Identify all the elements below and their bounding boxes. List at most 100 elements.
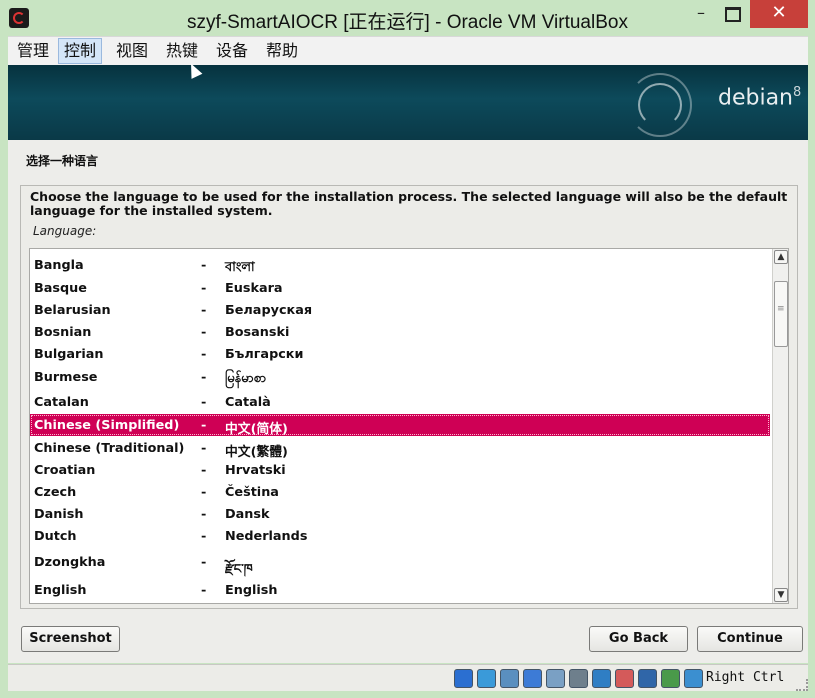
language-native-name: বাংলা: [225, 260, 255, 275]
status-bar: Right Ctrl: [8, 664, 808, 691]
hard-disk-icon[interactable]: [454, 669, 473, 688]
minimize-button[interactable]: –: [686, 0, 716, 28]
language-row[interactable]: Belarusian - Беларуская: [30, 299, 770, 321]
language-row[interactable]: Danish - Dansk: [30, 503, 770, 525]
brand-name: debian: [718, 85, 794, 111]
menu-devices[interactable]: 设备: [211, 39, 253, 63]
virtualization-icon[interactable]: [638, 669, 657, 688]
language-name: Catalan: [34, 395, 89, 410]
language-separator: -: [201, 463, 207, 478]
language-native-name: Euskara: [225, 281, 283, 296]
language-row[interactable]: Chinese (Simplified) - 中文(简体): [30, 414, 770, 437]
screenshot-button[interactable]: Screenshot: [21, 626, 120, 652]
display-icon[interactable]: [592, 669, 611, 688]
language-panel: Choose the language to be used for the i…: [20, 185, 798, 609]
language-name: Bulgarian: [34, 347, 104, 362]
scroll-thumb[interactable]: [774, 281, 788, 347]
language-name: Dzongkha: [34, 555, 106, 570]
title-bar[interactable]: szyf-SmartAIOCR [正在运行] - Oracle VM Virtu…: [0, 0, 815, 36]
language-name: Bangla: [34, 258, 84, 273]
maximize-button[interactable]: [718, 0, 748, 28]
language-name: Chinese (Traditional): [34, 441, 185, 456]
language-separator: -: [201, 418, 207, 433]
language-separator: -: [201, 529, 207, 544]
language-name: Czech: [34, 485, 77, 500]
language-native-name: English: [225, 583, 278, 598]
menu-hotkeys[interactable]: 热键: [161, 39, 203, 63]
go-back-button[interactable]: Go Back: [589, 626, 688, 652]
language-name: Bosnian: [34, 325, 92, 340]
menu-control[interactable]: 控制: [58, 38, 103, 64]
language-separator: -: [201, 441, 207, 456]
language-native-name: 中文(繁體): [225, 445, 288, 460]
language-native-name: Hrvatski: [225, 463, 286, 478]
maximize-icon: [725, 7, 741, 22]
menu-bar: 管理 控制 视图 热键 设备 帮助: [8, 36, 808, 65]
mouse-integration-icon[interactable]: [661, 669, 680, 688]
language-separator: -: [201, 303, 207, 318]
recording-icon[interactable]: [615, 669, 634, 688]
language-native-name: Čeština: [225, 485, 279, 500]
network-icon[interactable]: [523, 669, 542, 688]
language-separator: -: [201, 507, 207, 522]
language-row[interactable]: Catalan - Català: [30, 391, 770, 413]
language-row[interactable]: Dzongkha - རྫོང་ཁ: [30, 551, 770, 577]
language-row[interactable]: Czech - Čeština: [30, 481, 770, 503]
language-row[interactable]: Bulgarian - Български: [30, 343, 770, 365]
language-name: Dutch: [34, 529, 77, 544]
language-row[interactable]: Croatian - Hrvatski: [30, 459, 770, 481]
debian-logo: debian8: [718, 85, 801, 110]
vm-display[interactable]: debian8 选择一种语言 Choose the language to be…: [8, 65, 808, 663]
language-native-name: 中文(简体): [225, 422, 288, 437]
language-name: Danish: [34, 507, 84, 522]
optical-drive-icon[interactable]: [477, 669, 496, 688]
language-native-name: Nederlands: [225, 529, 308, 544]
continue-button[interactable]: Continue: [697, 626, 803, 652]
scroll-down-icon[interactable]: ▼: [774, 588, 788, 602]
brand-version: 8: [793, 85, 802, 100]
language-name: Burmese: [34, 370, 98, 385]
language-row[interactable]: English - English: [30, 579, 770, 601]
usb-icon[interactable]: [546, 669, 565, 688]
language-row[interactable]: Dutch - Nederlands: [30, 525, 770, 547]
language-separator: -: [201, 583, 207, 598]
language-native-name: Български: [225, 347, 304, 362]
language-label: Language:: [33, 224, 97, 238]
close-button[interactable]: ✕: [750, 0, 808, 28]
language-row[interactable]: Basque - Euskara: [30, 277, 770, 299]
language-native-name: Dansk: [225, 507, 270, 522]
language-native-name: Беларуская: [225, 303, 313, 318]
language-separator: -: [201, 325, 207, 340]
virtualbox-window: szyf-SmartAIOCR [正在运行] - Oracle VM Virtu…: [0, 0, 815, 698]
language-separator: -: [201, 485, 207, 500]
debian-swirl-inner: [638, 83, 682, 127]
language-separator: -: [201, 555, 207, 570]
scroll-up-icon[interactable]: ▲: [774, 250, 788, 264]
language-name: Croatian: [34, 463, 96, 478]
language-native-name: Català: [225, 395, 271, 410]
keyboard-capture-icon[interactable]: [684, 669, 703, 688]
audio-icon[interactable]: [500, 669, 519, 688]
language-name: English: [34, 583, 87, 598]
resize-grip-icon[interactable]: [796, 679, 808, 691]
language-row[interactable]: Burmese - မြန်မာစာ: [30, 366, 770, 388]
language-separator: -: [201, 395, 207, 410]
description-text: Choose the language to be used for the i…: [30, 189, 788, 218]
language-name: Belarusian: [34, 303, 111, 318]
language-separator: -: [201, 281, 207, 296]
language-name: Basque: [34, 281, 87, 296]
language-separator: -: [201, 258, 207, 273]
list-scrollbar[interactable]: ▲ ▼: [772, 249, 788, 603]
menu-help[interactable]: 帮助: [261, 39, 303, 63]
language-name: Chinese (Simplified): [34, 418, 180, 433]
language-separator: -: [201, 370, 207, 385]
language-list[interactable]: Bangla - বাংলা Basque - Euskara Belarusian - Бел…: [29, 248, 789, 604]
language-native-name: မြန်မာစာ: [225, 371, 267, 386]
language-row[interactable]: Bangla - বাংলা: [30, 254, 770, 276]
menu-machine[interactable]: 管理: [12, 39, 54, 63]
language-row[interactable]: Bosnian - Bosanski: [30, 321, 770, 343]
menu-view[interactable]: 视图: [111, 39, 153, 63]
shared-folders-icon[interactable]: [569, 669, 588, 688]
page-title: 选择一种语言: [26, 154, 99, 168]
language-row[interactable]: Chinese (Traditional) - 中文(繁體): [30, 437, 770, 460]
